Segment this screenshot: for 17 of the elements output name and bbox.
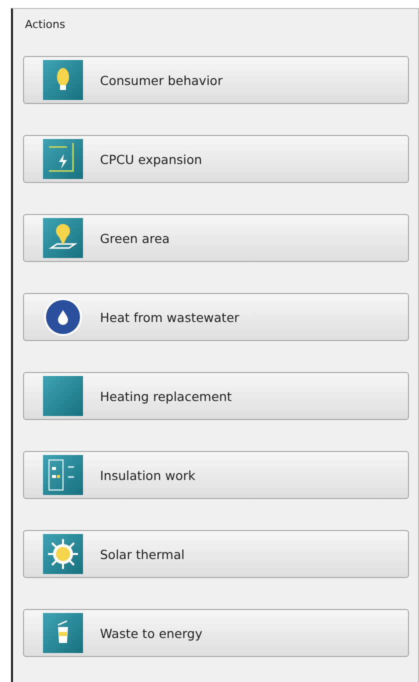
lightbulb-icon: [43, 60, 83, 100]
blank-tile-icon: [43, 376, 83, 416]
action-button[interactable]: Heating replacement: [23, 372, 409, 420]
action-button[interactable]: Insulation work: [23, 451, 409, 499]
action-button[interactable]: Waste to energy: [23, 609, 409, 657]
location-pin-icon: [43, 218, 83, 258]
action-button[interactable]: Green area: [23, 214, 409, 262]
waste-bin-icon: [43, 613, 83, 653]
panel-layout-icon: [43, 455, 83, 495]
action-button[interactable]: Solar thermal: [23, 530, 409, 578]
group-title: Actions: [25, 18, 66, 31]
water-drop-icon: [43, 297, 83, 337]
action-button[interactable]: Consumer behavior: [23, 56, 409, 104]
lightning-panel-icon: [43, 139, 83, 179]
action-button[interactable]: Heat from wastewater: [23, 293, 409, 341]
sun-icon: [43, 534, 83, 574]
action-button[interactable]: CPCU expansion: [23, 135, 409, 183]
